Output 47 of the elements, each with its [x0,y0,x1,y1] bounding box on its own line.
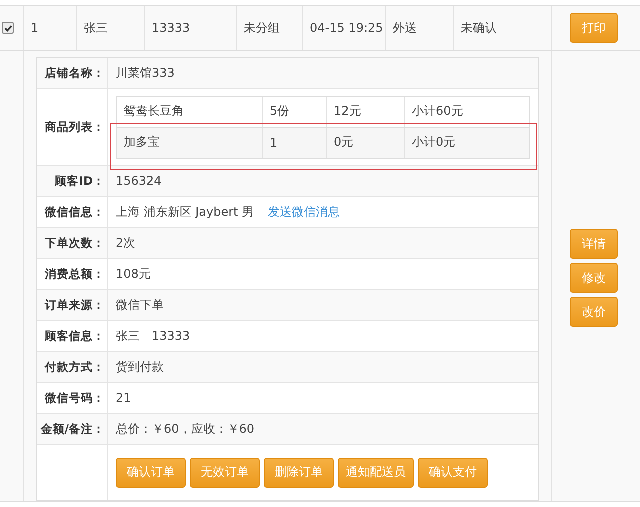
table-cell: 12元 [334,103,362,120]
field-label: 商品列表： [45,120,105,134]
table-cell: 1 [31,21,39,35]
field-value: 张三 13333 [116,328,190,344]
action-button[interactable]: 通知配送员 [338,458,414,488]
action-button[interactable]: 无效订单 [190,458,260,488]
field-value: 上海 浦东新区 Jaybert 男 [116,204,254,220]
table-cell: 未分组 [244,20,280,36]
send-message-link[interactable]: 发送微信消息 [268,204,340,220]
table-cell: 13333 [152,21,190,35]
table-cell: 5份 [270,103,290,120]
action-button[interactable]: 删除订单 [264,458,334,488]
print-button[interactable]: 打印 [570,13,618,43]
table-cell: 小计60元 [412,103,464,120]
field-value: 总价：￥60，应收：￥60 [116,420,255,438]
action-button[interactable]: 确认订单 [116,458,186,488]
side-button[interactable]: 详情 [570,229,618,259]
table-cell: 加多宝 [124,134,160,151]
side-button[interactable]: 改价 [570,297,618,327]
field-label: 消费总额： [45,266,105,282]
action-button[interactable]: 确认支付 [418,458,488,488]
field-value: 21 [116,391,132,405]
field-label: 下单次数： [45,236,105,250]
table-cell: 04-15 19:25 [310,21,384,35]
table-cell: 小计0元 [412,134,456,151]
field-value: 川菜馆333 [116,64,175,82]
table-cell: 张三 [84,20,108,36]
field-label: 微信信息： [45,204,105,220]
field-label: 微信号码： [45,390,105,406]
table-cell: 0元 [334,134,354,151]
field-value: 156324 [116,174,162,188]
field-label: 顾客ID： [55,174,105,188]
field-value: 货到付款 [116,358,164,376]
table-cell: 鸳鸯长豆角 [124,103,184,120]
field-label: 顾客信息： [45,328,105,344]
field-label: 金额/备注： [40,422,105,436]
side-button[interactable]: 修改 [570,263,618,293]
table-cell: 1 [270,136,278,150]
table-cell: 外送 [393,20,417,36]
field-label: 店铺名称： [45,66,105,80]
field-value: 108元 [116,266,151,282]
field-label: 付款方式： [45,360,105,374]
field-value: 微信下单 [116,296,164,314]
table-cell: 未确认 [461,20,497,36]
field-value: 2次 [116,234,136,252]
checkbox[interactable] [2,22,14,34]
field-label: 订单来源： [45,298,105,312]
